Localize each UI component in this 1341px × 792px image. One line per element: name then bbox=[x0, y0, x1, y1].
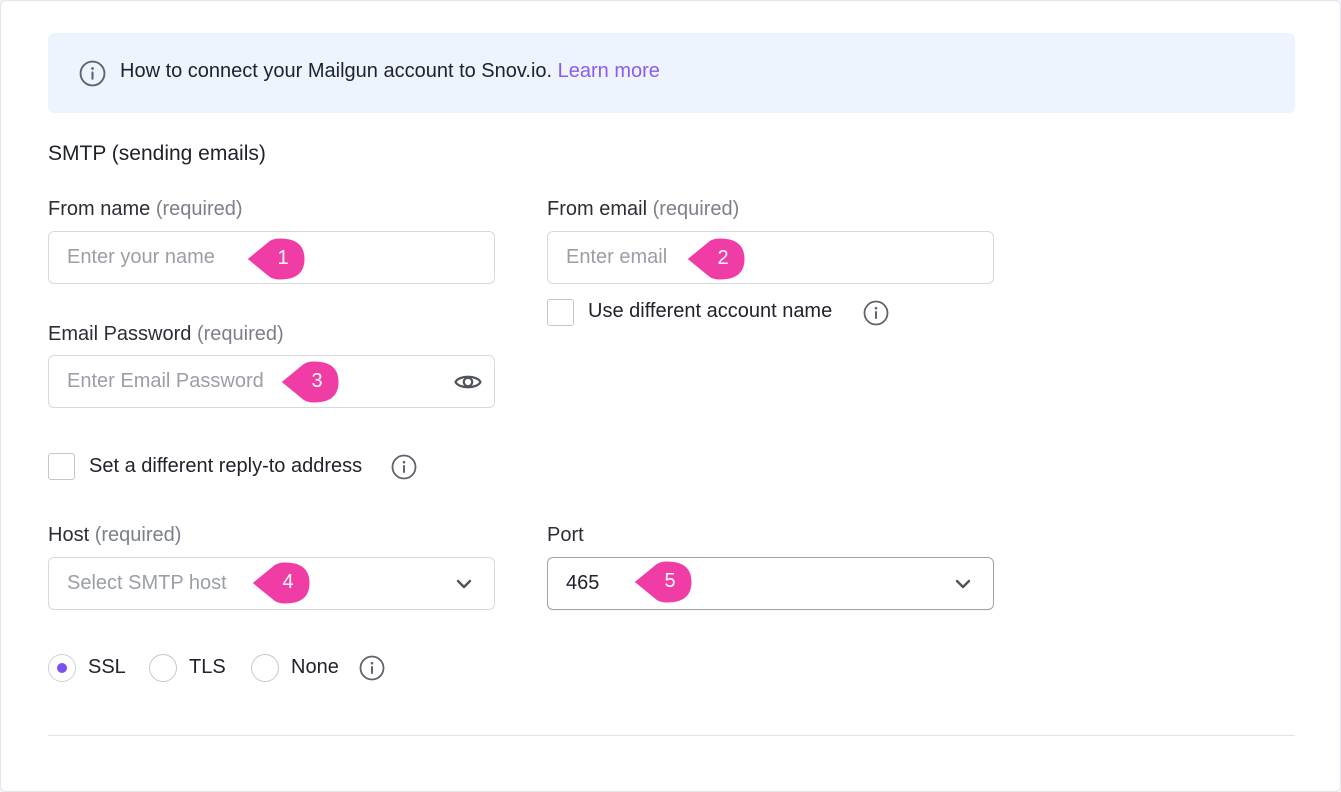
host-label-text: Host bbox=[48, 524, 90, 546]
email-password-input[interactable]: Enter Email Password bbox=[48, 355, 495, 408]
radio-none[interactable] bbox=[251, 654, 279, 682]
email-password-placeholder: Enter Email Password bbox=[67, 370, 264, 392]
port-label: Port bbox=[547, 524, 584, 547]
from-email-label-text: From email bbox=[547, 198, 648, 220]
callout-number: 2 bbox=[717, 247, 729, 269]
port-label-text: Port bbox=[547, 524, 584, 546]
section-title: SMTP (sending emails) bbox=[48, 142, 266, 165]
learn-more-link[interactable]: Learn more bbox=[558, 60, 660, 82]
from-email-placeholder: Enter email bbox=[566, 246, 668, 268]
port-select[interactable]: 465 bbox=[547, 557, 994, 610]
radio-tls-label: TLS bbox=[189, 656, 226, 678]
callout-number: 1 bbox=[277, 247, 289, 269]
from-name-placeholder: Enter your name bbox=[67, 246, 215, 268]
host-label: Host (required) bbox=[48, 524, 181, 547]
use-different-account-checkbox[interactable] bbox=[547, 299, 574, 326]
callout-marker-4: 4 bbox=[248, 561, 314, 605]
chevron-down-icon bbox=[456, 579, 472, 589]
callout-marker-3: 3 bbox=[277, 360, 343, 404]
required-tag: (required) bbox=[652, 198, 740, 220]
radio-none-label: None bbox=[291, 656, 339, 678]
callout-marker-2: 2 bbox=[683, 237, 749, 281]
required-tag: (required) bbox=[155, 198, 243, 220]
radio-ssl[interactable] bbox=[48, 654, 76, 682]
banner-text: How to connect your Mailgun account to S… bbox=[120, 60, 553, 82]
from-email-input[interactable]: Enter email bbox=[547, 231, 994, 284]
host-placeholder: Select SMTP host bbox=[67, 572, 227, 594]
callout-marker-5: 5 bbox=[630, 560, 696, 604]
info-icon[interactable] bbox=[359, 655, 385, 681]
reply-to-label: Set a different reply-to address bbox=[89, 455, 363, 477]
chevron-down-icon bbox=[955, 579, 971, 589]
divider bbox=[48, 735, 1295, 736]
email-password-label-text: Email Password bbox=[48, 323, 192, 345]
callout-marker-1: 1 bbox=[243, 237, 309, 281]
radio-tls[interactable] bbox=[149, 654, 177, 682]
required-tag: (required) bbox=[94, 524, 182, 546]
use-different-account-label: Use different account name bbox=[588, 300, 833, 322]
radio-ssl-label: SSL bbox=[88, 656, 126, 678]
port-value: 465 bbox=[566, 572, 600, 594]
email-password-label: Email Password (required) bbox=[48, 323, 284, 346]
info-icon[interactable] bbox=[391, 454, 417, 480]
smtp-settings-card: How to connect your Mailgun account to S… bbox=[0, 0, 1341, 792]
info-icon bbox=[79, 60, 106, 87]
info-icon[interactable] bbox=[863, 300, 889, 326]
reply-to-checkbox[interactable] bbox=[48, 453, 75, 480]
eye-icon[interactable] bbox=[453, 370, 483, 394]
callout-number: 5 bbox=[664, 570, 676, 592]
from-email-label: From email (required) bbox=[547, 198, 739, 221]
callout-number: 4 bbox=[282, 571, 294, 593]
callout-number: 3 bbox=[311, 370, 323, 392]
from-name-label-text: From name bbox=[48, 198, 151, 220]
required-tag: (required) bbox=[196, 323, 284, 345]
from-name-label: From name (required) bbox=[48, 198, 243, 221]
banner-text-wrap: How to connect your Mailgun account to S… bbox=[120, 60, 660, 83]
